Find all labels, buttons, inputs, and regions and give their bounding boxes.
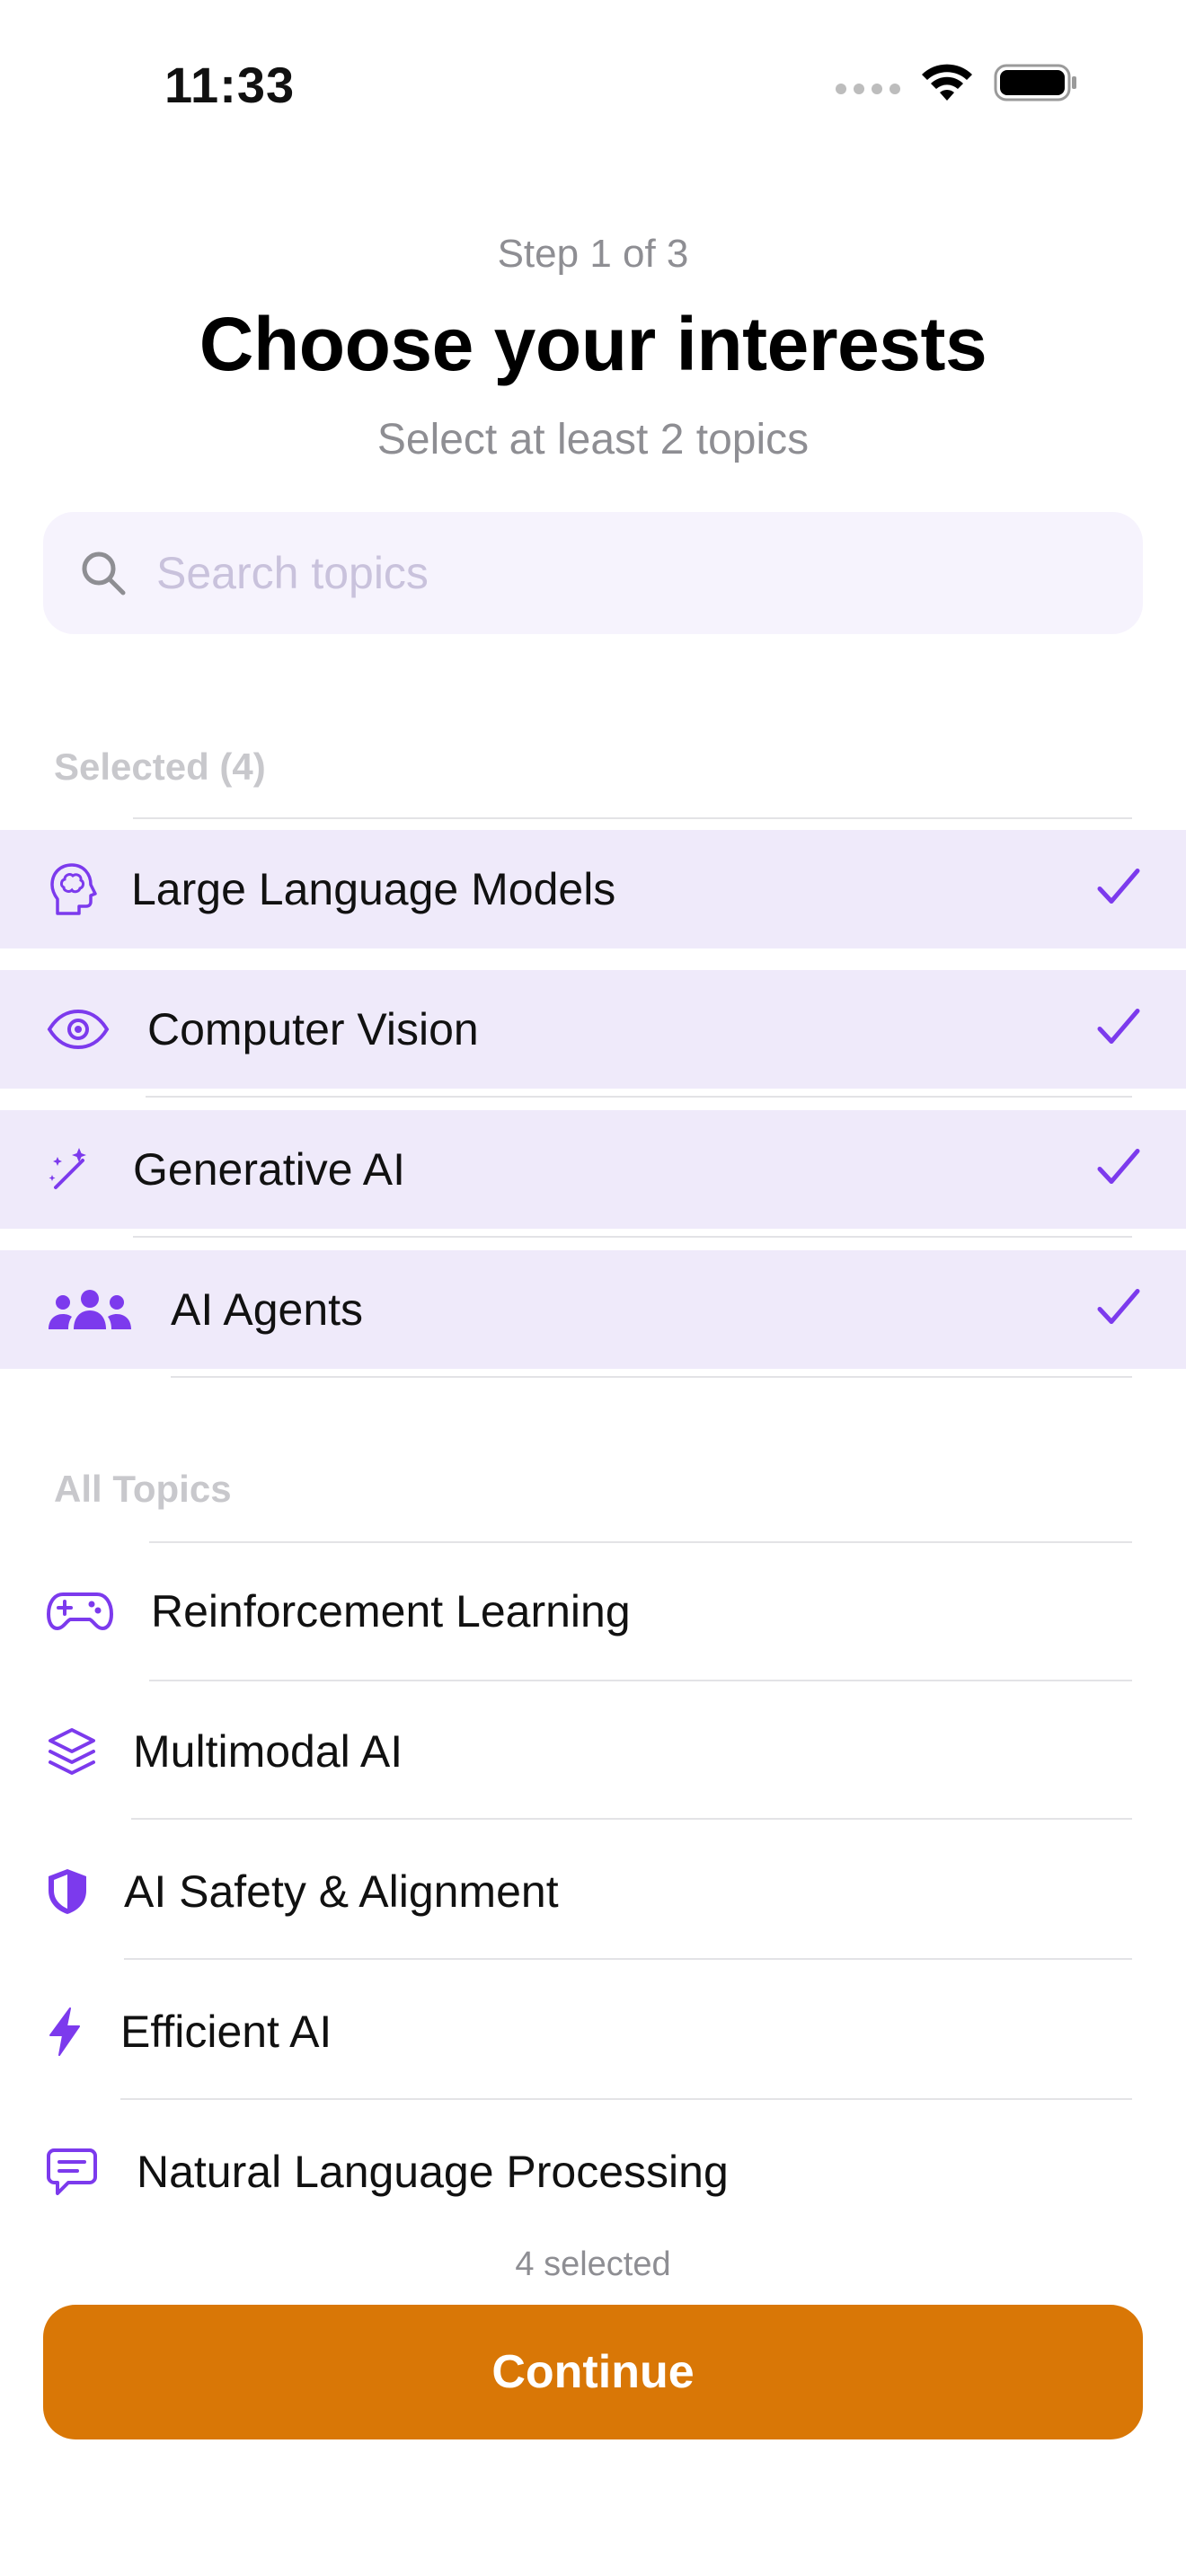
search-icon (82, 551, 126, 595)
topic-label: Reinforcement Learning (151, 1586, 631, 1636)
status-icons (836, 63, 1078, 102)
wifi-icon (922, 64, 972, 101)
divider (149, 1541, 1132, 1543)
topic-row-efficient-ai[interactable]: Efficient AI (0, 1972, 1186, 2091)
all-topics-section-header: All Topics (54, 1468, 232, 1510)
users-group-icon (47, 1288, 133, 1331)
topic-row-reinforcement-learning[interactable]: Reinforcement Learning (0, 1552, 1186, 1671)
search-bar[interactable] (43, 512, 1143, 634)
topic-row-ai-safety-alignment[interactable]: AI Safety & Alignment (0, 1832, 1186, 1951)
divider (171, 1376, 1132, 1378)
divider (120, 2098, 1132, 2100)
divider (149, 1680, 1132, 1681)
checkmark-icon (1096, 868, 1141, 912)
cellular-signal-icon (836, 84, 900, 94)
topic-label: AI Safety & Alignment (124, 1866, 559, 1917)
divider (133, 1236, 1132, 1238)
status-bar: 11:33 (0, 0, 1186, 171)
lightning-icon (47, 2007, 83, 2057)
brain-head-icon (47, 861, 99, 917)
step-indicator: Step 1 of 3 (497, 232, 689, 276)
topic-row-computer-vision[interactable]: Computer Vision (0, 970, 1186, 1089)
continue-button[interactable]: Continue (43, 2305, 1143, 2439)
topic-label: Multimodal AI (133, 1726, 403, 1777)
shield-icon (47, 1867, 88, 1916)
topic-row-generative-ai[interactable]: Generative AI (0, 1110, 1186, 1229)
topic-label: Generative AI (133, 1144, 405, 1195)
topic-row-multimodal-ai[interactable]: Multimodal AI (0, 1692, 1186, 1811)
search-input[interactable] (155, 546, 1057, 600)
selected-count: 4 selected (515, 2245, 671, 2283)
divider (146, 1096, 1132, 1098)
topic-row-natural-language-processing[interactable]: Natural Language Processing (0, 2113, 1186, 2231)
status-time: 11:33 (164, 57, 296, 113)
checkmark-icon (1096, 1288, 1141, 1332)
topic-label: Computer Vision (147, 1004, 479, 1054)
topic-row-large-language-models[interactable]: Large Language Models (0, 830, 1186, 948)
layers-icon (47, 1726, 97, 1777)
topic-label: Large Language Models (131, 864, 616, 914)
gamepad-icon (47, 1591, 113, 1632)
checkmark-icon (1096, 1008, 1141, 1052)
divider (133, 817, 1132, 819)
topic-row-ai-agents[interactable]: AI Agents (0, 1250, 1186, 1369)
chat-lines-icon (47, 2148, 97, 2195)
divider (131, 1818, 1132, 1820)
battery-icon (994, 64, 1076, 101)
page-title: Choose your interests (199, 302, 987, 386)
divider (124, 1958, 1132, 1960)
checkmark-icon (1096, 1148, 1141, 1192)
magic-wand-icon (47, 1146, 93, 1193)
topic-label: Efficient AI (120, 2007, 332, 2057)
selected-section-header: Selected (4) (54, 745, 266, 788)
topic-label: Natural Language Processing (137, 2147, 729, 2197)
page-subtitle: Select at least 2 topics (376, 416, 810, 463)
topic-label: AI Agents (171, 1284, 364, 1335)
eye-icon (47, 1009, 110, 1050)
